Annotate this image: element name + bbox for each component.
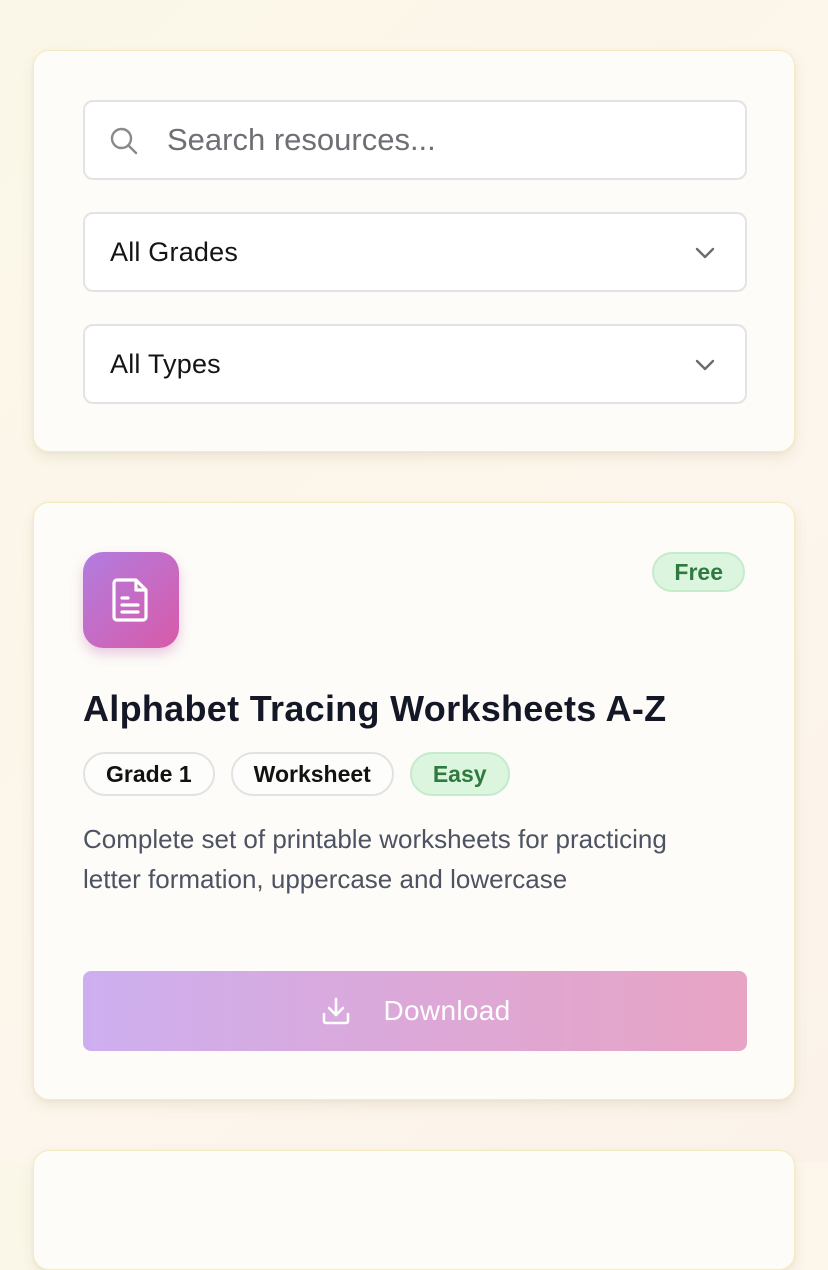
type-select-value: All Types bbox=[110, 348, 221, 379]
resource-card[interactable]: Free Alphabet Tracing Worksheets A-Z Gra… bbox=[33, 502, 795, 1100]
resource-description: Complete set of printable worksheets for… bbox=[83, 824, 667, 894]
search-icon bbox=[110, 127, 138, 155]
download-label: Download bbox=[383, 995, 511, 1026]
type-select[interactable]: All Types bbox=[83, 324, 747, 404]
chevron-down-icon bbox=[695, 247, 715, 259]
search-input[interactable] bbox=[165, 102, 725, 178]
next-resource-card[interactable] bbox=[33, 1150, 795, 1270]
tag-difficulty: Easy bbox=[409, 752, 510, 796]
tag-grade: Grade 1 bbox=[83, 752, 215, 796]
resource-title: Alphabet Tracing Worksheets A-Z bbox=[83, 688, 667, 729]
grade-select-value: All Grades bbox=[110, 236, 239, 267]
document-icon bbox=[112, 578, 148, 622]
resource-type-badge bbox=[83, 552, 179, 648]
filters-card: All Grades All Types bbox=[33, 50, 795, 452]
tag-type: Worksheet bbox=[230, 752, 394, 796]
tag-list: Grade 1 Worksheet Easy bbox=[83, 752, 510, 796]
chevron-down-icon bbox=[695, 359, 715, 371]
grade-select[interactable]: All Grades bbox=[83, 212, 747, 292]
price-badge: Free bbox=[652, 552, 745, 592]
search-field[interactable] bbox=[83, 100, 747, 180]
download-icon bbox=[322, 997, 349, 1025]
download-button[interactable]: Download bbox=[83, 971, 747, 1051]
